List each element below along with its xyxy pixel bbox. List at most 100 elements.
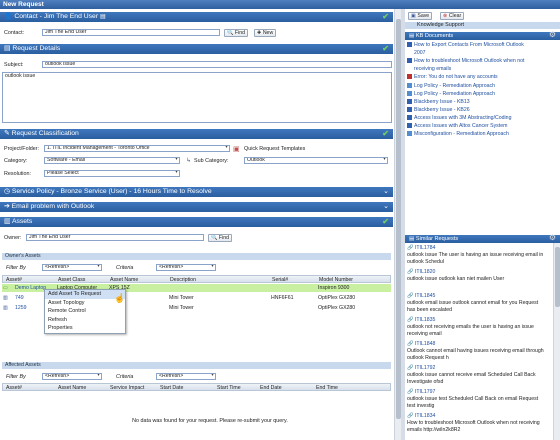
kb-item-label: Access Issues with 3M Abstracting/Coding (414, 114, 512, 121)
similar-request-id[interactable]: 🔗 ITIL1848 (407, 341, 435, 347)
request-details-header[interactable]: ▤ Request Details ✔ (0, 44, 393, 54)
col-asset-class[interactable]: Asset Class (58, 277, 85, 283)
col-asset[interactable]: Asset# (6, 277, 22, 283)
similar-request-id[interactable]: 🔗 ITIL1792 (407, 365, 435, 371)
kb-item-label: How to Export Contacts From Microsoft Ou… (414, 42, 524, 48)
similar-request-id[interactable]: 🔗 ITIL1835 (407, 317, 435, 323)
kb-documents-header[interactable]: ▤ KB Documents ⚙ (405, 31, 560, 40)
resolution-label: Resolution: (4, 171, 31, 177)
asset-model: OptiPlex GX280 (318, 305, 356, 311)
gear-icon[interactable]: ⚙ (549, 31, 556, 39)
kb-item[interactable]: How to Export Contacts From Microsoft Ou… (407, 42, 524, 48)
checkbox-icon[interactable]: ▣ (233, 145, 240, 153)
contact-new-button[interactable]: ✚ New (254, 29, 277, 37)
arrow-right-icon: ➔ (4, 203, 12, 210)
col-start-date[interactable]: Start Date (160, 385, 183, 391)
kb-item-label: Blackberry Issue - KB13 (414, 98, 470, 105)
kb-item[interactable]: receiving emails (414, 66, 451, 72)
request-classification-header[interactable]: ✎ Request Classification ✔ (0, 129, 393, 139)
kb-item[interactable]: Blackberry Issue - KB13 (407, 98, 470, 105)
col-end-date[interactable]: End Date (260, 385, 282, 391)
chevron-down-icon[interactable]: ⌄ (383, 202, 389, 212)
save-button[interactable]: ▣ Save (408, 12, 433, 20)
owners-assets-title: Owner's Assets (2, 253, 391, 260)
contact-section-header[interactable]: 👤 Contact - Jim The End User ▤ ✔ (0, 12, 393, 22)
filter-select[interactable]: <Refresh> (42, 264, 102, 271)
assets-title: Assets (11, 218, 33, 225)
menu-item-asset-topology[interactable]: Asset Topology (45, 299, 125, 308)
col-description[interactable]: Description (170, 277, 196, 283)
check-icon: ✔ (382, 12, 389, 21)
contact-find-button[interactable]: 🔍 Find (224, 29, 249, 37)
col-serial[interactable]: Serial# (272, 277, 288, 283)
similar-requests-header[interactable]: ▤ Similar Requests ⚙ (405, 234, 560, 243)
col-asset[interactable]: Asset# (6, 385, 22, 391)
col-start-time[interactable]: Start Time (217, 385, 241, 391)
asset-id[interactable]: 1259 (15, 305, 27, 311)
similar-request-summary: outlook issue The user is having an issu… (407, 251, 544, 265)
gear-icon[interactable]: ⚙ (549, 234, 556, 242)
criteria-select[interactable]: <Refresh> (156, 264, 216, 271)
subcategory-select[interactable]: Outlook (244, 157, 388, 164)
similar-request-id[interactable]: 🔗 ITIL1845 (407, 293, 435, 299)
word-doc-icon (407, 98, 412, 104)
email-problem-header[interactable]: ➔ Email problem with Outlook ⌄ (0, 202, 393, 212)
project-select[interactable]: 1. ITIL Incident Management - Toronto Of… (44, 145, 230, 152)
col-service-impact[interactable]: Service Impact (110, 385, 144, 391)
scrollbar-thumb[interactable] (555, 247, 560, 307)
category-select[interactable]: Software - Email (44, 157, 180, 164)
col-asset-name[interactable]: Asset Name (110, 277, 138, 283)
main-scrollbar[interactable] (394, 9, 401, 440)
kb-item[interactable]: 2007 (414, 50, 426, 56)
service-policy-header[interactable]: ◷ Service Policy - Bronze Service (User)… (0, 187, 393, 197)
log-icon (407, 131, 412, 137)
quick-templates-link[interactable]: Quick Request Templates (244, 146, 305, 152)
kb-item[interactable]: Log Policy - Remediation Approach (407, 90, 495, 97)
col-model-number[interactable]: Model Number (319, 277, 353, 283)
similar-scrollbar[interactable] (553, 243, 560, 440)
kb-item[interactable]: Log Policy - Remediation Approach (407, 82, 496, 89)
kb-item-label: How to troubleshoot Microsoft Outlook wh… (414, 58, 525, 65)
similar-request-id[interactable]: 🔗 ITIL1797 (407, 389, 435, 395)
similar-request-id[interactable]: 🔗 ITIL1784 (407, 245, 435, 251)
subject-input[interactable]: outlook issue (42, 61, 392, 68)
menu-item-remote-control[interactable]: Remote Control (45, 307, 125, 316)
filter-label: Filter By (6, 265, 26, 271)
col-end-time[interactable]: End Time (316, 385, 338, 391)
log-icon (407, 90, 412, 96)
kb-item[interactable]: Error: You do not have any accounts (407, 74, 498, 80)
kb-item-label: Log Policy - Remediation Approach (414, 82, 496, 89)
kb-item[interactable]: How to troubleshoot Microsoft Outlook wh… (407, 58, 524, 64)
menu-item-refresh[interactable]: Refresh (45, 316, 125, 325)
similar-request-id[interactable]: 🔗 ITIL1834 (407, 413, 435, 419)
contact-input[interactable]: Jim The End User (42, 29, 220, 36)
affected-filter-select[interactable]: <Refresh> (42, 373, 102, 380)
menu-item-properties[interactable]: Properties (45, 324, 125, 333)
resolution-select[interactable]: Please Select (44, 170, 180, 177)
menu-item-add-asset[interactable]: Add Asset To Request (45, 290, 125, 299)
kb-item[interactable]: Blackberry Issue - KB26 (407, 106, 470, 113)
owner-find-button[interactable]: 🔍 Find (208, 234, 233, 242)
kb-item[interactable]: Access Issues with 3M Abstracting/Coding (407, 114, 512, 121)
col-asset-name[interactable]: Asset Name (58, 385, 86, 391)
asset-id[interactable]: 749 (15, 295, 24, 301)
link-icon: 🔗 (407, 365, 415, 371)
similar-request-id[interactable]: 🔗 ITIL1820 (407, 269, 435, 275)
description-textarea[interactable]: outlook issue (2, 72, 392, 123)
criteria-label: Criteria (116, 265, 134, 271)
kb-item[interactable]: Access Issues with Altos Cancer System (407, 123, 507, 129)
assets-header[interactable]: ▥ Assets ✔ (0, 217, 393, 227)
affected-criteria-select[interactable]: <Refresh> (156, 373, 216, 380)
panel-splitter[interactable] (401, 9, 405, 440)
card-icon: ▤ (99, 14, 106, 20)
kb-item[interactable]: Misconfiguration - Remediation Approach (407, 131, 509, 137)
subject-label: Subject: (4, 62, 24, 68)
clear-button[interactable]: ⊗ Clear (440, 12, 465, 20)
affected-filter-label: Filter By (6, 374, 26, 380)
similar-request-summary: outlook issue cannot receive email Sched… (407, 371, 536, 385)
link-icon: 🔗 (407, 245, 415, 251)
asset-id[interactable]: Demo Laptop (15, 285, 46, 291)
owner-input[interactable]: Jim The End User (26, 234, 204, 241)
chevron-down-icon[interactable]: ⌄ (383, 187, 389, 197)
word-doc-icon (407, 106, 412, 112)
